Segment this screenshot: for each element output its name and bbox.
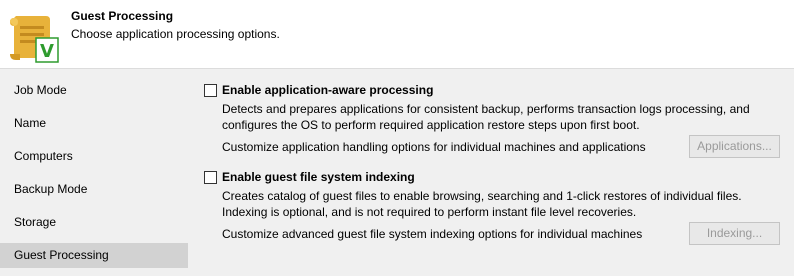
fs-indexing-checkbox[interactable]	[204, 171, 217, 184]
wizard-steps-sidebar: Job Mode Name Computers Backup Mode Stor…	[0, 70, 188, 276]
fs-indexing-option[interactable]: Enable guest file system indexing	[204, 169, 504, 185]
applications-button[interactable]: Applications...	[689, 135, 780, 158]
fs-indexing-customize-text: Customize advanced guest file system ind…	[222, 227, 643, 241]
fs-indexing-description-line2: Indexing is optional, and is not require…	[222, 205, 637, 219]
sidebar-item-backup-mode[interactable]: Backup Mode	[0, 177, 188, 202]
page-title: Guest Processing	[71, 9, 174, 23]
page-subtitle: Choose application processing options.	[71, 27, 280, 41]
app-aware-customize-text: Customize application handling options f…	[222, 140, 646, 154]
app-aware-option[interactable]: Enable application-aware processing	[204, 82, 504, 98]
app-aware-label[interactable]: Enable application-aware processing	[222, 82, 433, 98]
sidebar-item-guest-processing[interactable]: Guest Processing	[0, 243, 188, 268]
sidebar-item-name[interactable]: Name	[0, 111, 188, 136]
fs-indexing-label[interactable]: Enable guest file system indexing	[222, 169, 415, 185]
guest-processing-scroll-icon: V	[10, 16, 59, 63]
sidebar-item-job-mode[interactable]: Job Mode	[0, 78, 188, 103]
app-aware-description-line1: Detects and prepares applications for co…	[222, 102, 750, 116]
sidebar-item-storage[interactable]: Storage	[0, 210, 188, 235]
sidebar-item-computers[interactable]: Computers	[0, 144, 188, 169]
app-aware-description-line2: configures the OS to perform required ap…	[222, 118, 640, 132]
app-aware-checkbox[interactable]	[204, 84, 217, 97]
svg-text:V: V	[40, 41, 54, 62]
guest-processing-panel: Enable application-aware processing Dete…	[188, 70, 794, 276]
fs-indexing-description-line1: Creates catalog of guest files to enable…	[222, 189, 742, 203]
wizard-header: V Guest Processing Choose application pr…	[0, 0, 794, 69]
indexing-button[interactable]: Indexing...	[689, 222, 780, 245]
